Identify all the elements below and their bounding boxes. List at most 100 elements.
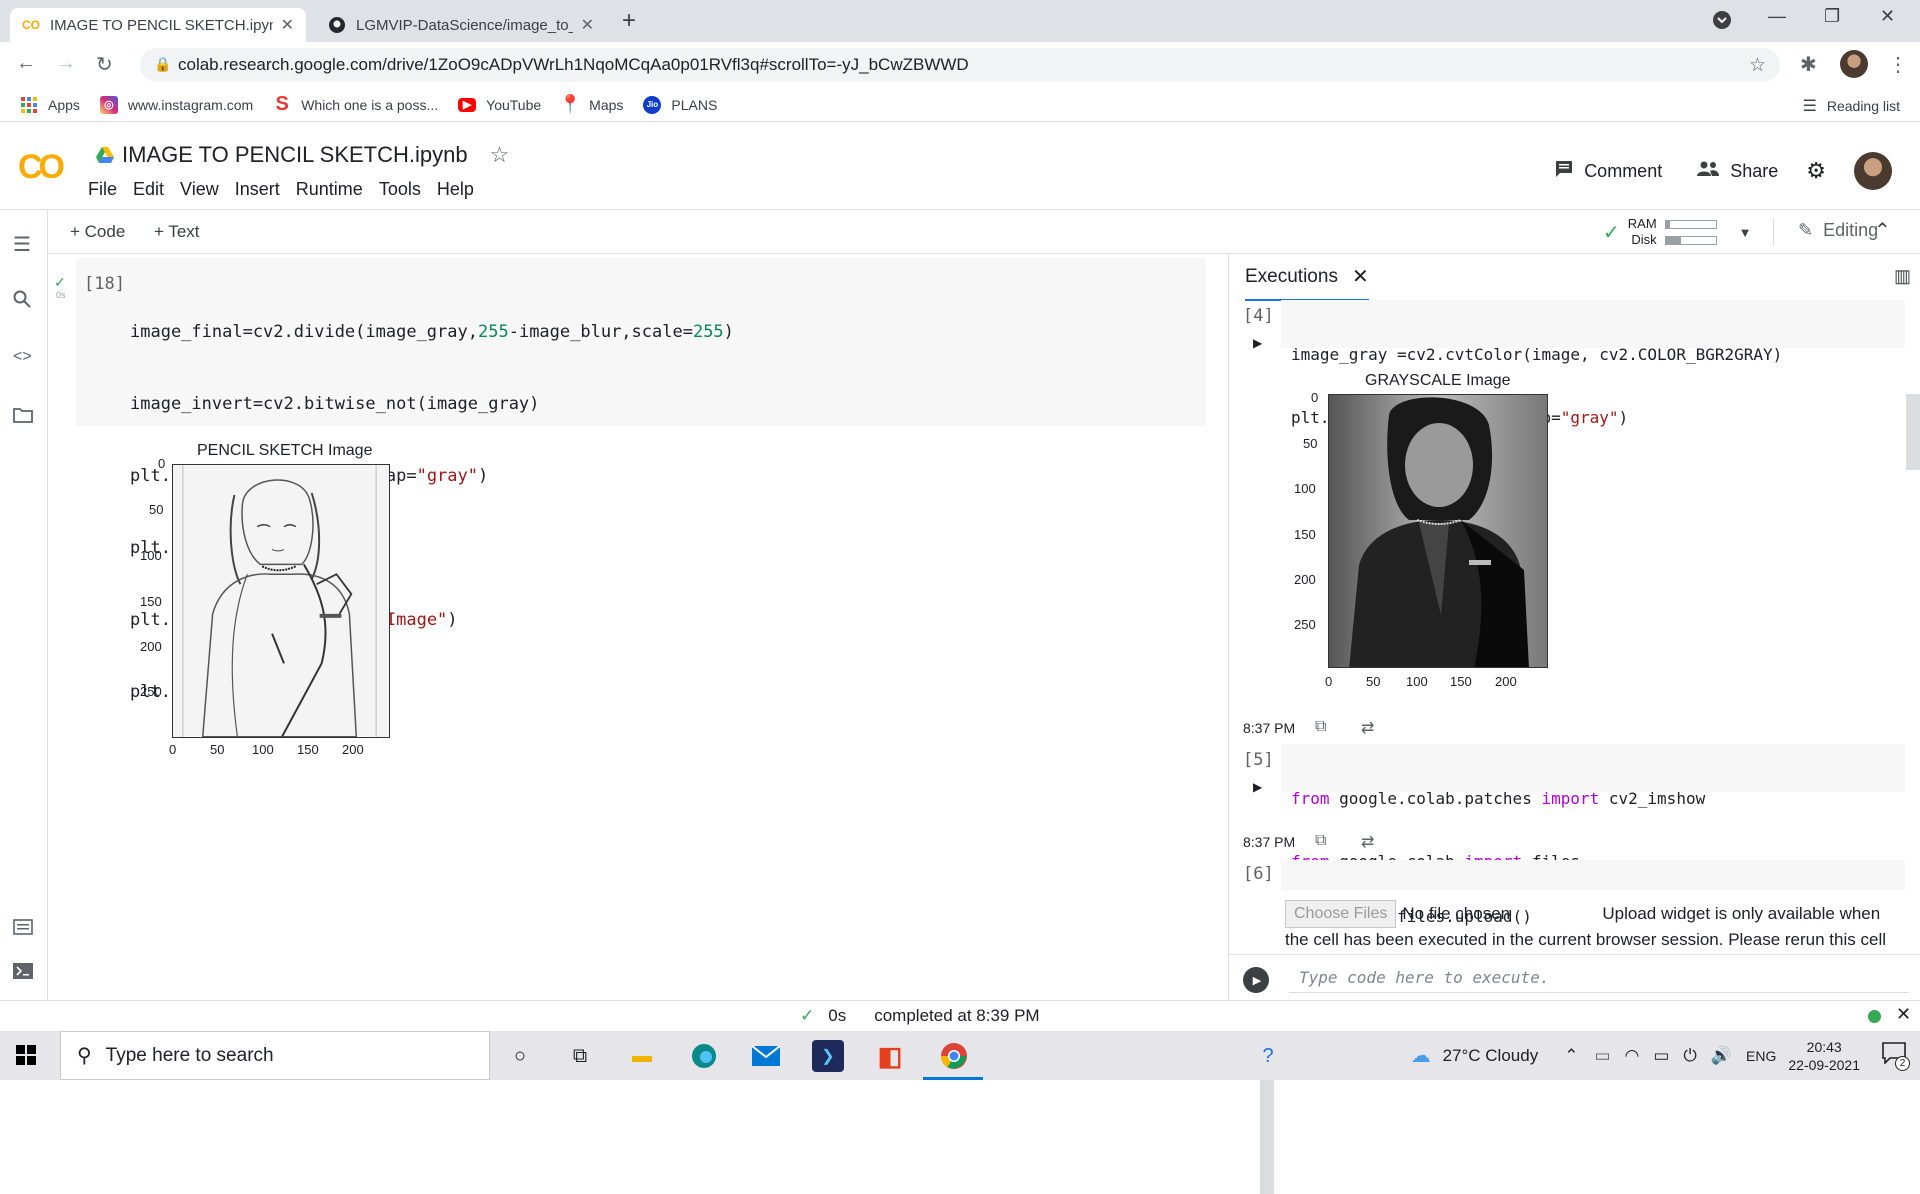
bookmark-plans[interactable]: Jio PLANS bbox=[643, 95, 717, 114]
files-folder-icon[interactable] bbox=[13, 406, 33, 429]
execution-status[interactable]: ✓ 0s completed at 8:39 PM bbox=[800, 1006, 1040, 1026]
tab-search-icon[interactable] bbox=[1712, 10, 1732, 35]
new-tab-button[interactable]: + bbox=[622, 7, 636, 35]
task-view-icon[interactable]: ⧉ bbox=[564, 1040, 596, 1072]
bookmark-instagram[interactable]: ◎ www.instagram.com bbox=[99, 95, 254, 114]
x-tick: 100 bbox=[252, 742, 274, 757]
star-notebook-icon[interactable]: ☆ bbox=[490, 142, 510, 168]
extensions-icon[interactable]: ✱ bbox=[1800, 52, 1817, 77]
cell-run-success-icon[interactable]: ✓ bbox=[54, 274, 66, 291]
resources-dropdown-icon[interactable]: ▼ bbox=[1739, 225, 1752, 240]
editing-mode-button[interactable]: ✎ Editing bbox=[1798, 220, 1878, 241]
tab-colab-notebook[interactable]: CO IMAGE TO PENCIL SKETCH.ipynb ✕ bbox=[10, 8, 306, 42]
weather-text[interactable]: 27°C Cloudy bbox=[1443, 1046, 1539, 1066]
bookmark-apps[interactable]: Apps bbox=[20, 96, 80, 114]
collapse-header-icon[interactable]: ⌃ bbox=[1874, 218, 1891, 243]
close-status-icon[interactable]: ✕ bbox=[1896, 1004, 1911, 1025]
bookmark-maps[interactable]: 📍 Maps bbox=[559, 94, 623, 114]
file-explorer-icon[interactable]: ▬ bbox=[626, 1040, 658, 1072]
volume-icon[interactable]: 🔊 bbox=[1711, 1046, 1732, 1066]
forward-icon[interactable]: → bbox=[56, 52, 76, 75]
visual-studio-code-icon[interactable]: ❯ bbox=[812, 1040, 844, 1072]
notification-center-icon[interactable]: 2 bbox=[1882, 1042, 1910, 1071]
battery-icon[interactable]: ▭ bbox=[1653, 1046, 1669, 1066]
back-icon[interactable]: ← bbox=[16, 52, 36, 75]
address-bar[interactable]: 🔒 colab.research.google.com/drive/1ZoO9c… bbox=[140, 48, 1780, 82]
bookmark-label: www.instagram.com bbox=[127, 96, 254, 113]
status-exec-time: 0s bbox=[828, 1006, 847, 1025]
edge-icon[interactable] bbox=[688, 1040, 720, 1072]
resources-indicator[interactable]: ✓ RAM Disk ▼ bbox=[1603, 216, 1752, 248]
menu-insert[interactable]: Insert bbox=[235, 179, 280, 200]
windows-start-icon[interactable] bbox=[16, 1045, 36, 1065]
copy-output-icon[interactable]: ⧉ bbox=[1315, 832, 1326, 850]
y-tick: 50 bbox=[149, 502, 164, 517]
menu-runtime[interactable]: Runtime bbox=[296, 179, 363, 200]
search-icon[interactable] bbox=[13, 290, 31, 314]
tab-github[interactable]: LGMVIP-DataScience/image_to_p ✕ bbox=[316, 8, 606, 42]
execute-code-input[interactable]: Type code here to execute. bbox=[1289, 965, 1909, 993]
tab-executions[interactable]: Executions ✕ bbox=[1245, 264, 1369, 301]
taskbar-search-box[interactable]: ⚲ Type here to search bbox=[60, 1031, 490, 1080]
profile-avatar[interactable] bbox=[1840, 50, 1868, 78]
cortana-icon[interactable]: ○ bbox=[504, 1040, 536, 1072]
jump-to-cell-icon[interactable]: ⇄ bbox=[1361, 832, 1374, 852]
tray-chevron-icon[interactable]: ⌃ bbox=[1564, 1046, 1578, 1066]
panel-layout-icon[interactable]: ▥ bbox=[1894, 266, 1911, 287]
account-avatar[interactable] bbox=[1854, 152, 1892, 190]
copy-output-icon[interactable]: ⧉ bbox=[1315, 718, 1326, 736]
google-drive-icon bbox=[96, 147, 114, 163]
bookmark-which-one[interactable]: S Which one is a poss... bbox=[273, 93, 439, 115]
menu-tools[interactable]: Tools bbox=[379, 179, 421, 200]
comment-button[interactable]: Comment bbox=[1554, 159, 1662, 184]
restore-icon[interactable]: ❐ bbox=[1824, 6, 1840, 27]
help-icon[interactable]: ? bbox=[1252, 1040, 1284, 1072]
notebook-title[interactable]: IMAGE TO PENCIL SKETCH.ipynb bbox=[122, 142, 468, 168]
minimize-icon[interactable]: — bbox=[1768, 6, 1786, 27]
office-icon[interactable]: ◧ bbox=[874, 1040, 906, 1072]
menu-help[interactable]: Help bbox=[437, 179, 474, 200]
close-tab-icon[interactable]: ✕ bbox=[581, 15, 594, 35]
colab-logo[interactable]: CO bbox=[18, 148, 65, 187]
close-tab-icon[interactable]: ✕ bbox=[281, 15, 294, 35]
reload-icon[interactable]: ↻ bbox=[96, 52, 113, 77]
browser-menu-icon[interactable]: ⋮ bbox=[1888, 52, 1908, 77]
terminal-icon[interactable] bbox=[13, 962, 33, 985]
code-cell[interactable]: [18] image_final=cv2.divide(image_gray,2… bbox=[76, 258, 1206, 702]
run-code-play-icon[interactable]: ▶ bbox=[1243, 967, 1269, 993]
add-code-button[interactable]: + Code bbox=[70, 222, 125, 242]
expand-arrow-icon[interactable]: ▶ bbox=[1253, 780, 1262, 794]
close-panel-icon[interactable]: ✕ bbox=[1352, 264, 1369, 289]
settings-gear-icon[interactable]: ⚙ bbox=[1806, 158, 1826, 184]
reading-list-button[interactable]: ☰ Reading list bbox=[1803, 96, 1901, 116]
exec-code-cell[interactable]: image_gray =cv2.cvtColor(image, cv2.COLO… bbox=[1281, 300, 1905, 427]
code-snippets-icon[interactable]: <> bbox=[13, 348, 32, 366]
jump-to-cell-icon[interactable]: ⇄ bbox=[1361, 718, 1374, 738]
wifi-icon[interactable]: ◠ bbox=[1625, 1046, 1640, 1066]
disk-bar bbox=[1664, 235, 1717, 245]
share-button[interactable]: Share bbox=[1696, 161, 1778, 182]
close-window-icon[interactable]: ✕ bbox=[1880, 6, 1895, 27]
add-text-button[interactable]: + Text bbox=[154, 222, 200, 242]
power-icon[interactable]: ⏻ bbox=[1683, 1046, 1696, 1066]
upload-message-continued: the cell has been executed in the curren… bbox=[1285, 930, 1886, 949]
menu-file[interactable]: File bbox=[88, 179, 117, 200]
table-of-contents-icon[interactable]: ☰ bbox=[13, 232, 31, 257]
mail-icon[interactable] bbox=[750, 1040, 782, 1072]
expand-arrow-icon[interactable]: ▶ bbox=[1253, 336, 1262, 350]
choose-files-button[interactable]: Choose Files bbox=[1285, 900, 1397, 928]
language-indicator[interactable]: ENG bbox=[1746, 1048, 1776, 1064]
network-icon[interactable]: ▭ bbox=[1594, 1046, 1610, 1066]
menu-view[interactable]: View bbox=[180, 179, 219, 200]
exec-code-cell[interactable]: uploaded = files.upload() bbox=[1281, 860, 1905, 926]
executions-scrollbar[interactable] bbox=[1906, 394, 1920, 470]
bookmark-youtube[interactable]: ▶ YouTube bbox=[458, 97, 541, 113]
command-palette-icon[interactable] bbox=[13, 918, 33, 941]
menu-edit[interactable]: Edit bbox=[133, 179, 164, 200]
chrome-icon[interactable] bbox=[938, 1040, 970, 1072]
bookmark-star-icon[interactable]: ☆ bbox=[1749, 54, 1766, 77]
code-line: image_gray =cv2.cvtColor(image, cv2.COLO… bbox=[1291, 345, 1783, 364]
clock[interactable]: 20:43 22-09-2021 bbox=[1788, 1038, 1860, 1074]
editing-label: Editing bbox=[1823, 220, 1879, 240]
exec-code-cell[interactable]: from google.colab.patches import cv2_ims… bbox=[1281, 744, 1905, 871]
